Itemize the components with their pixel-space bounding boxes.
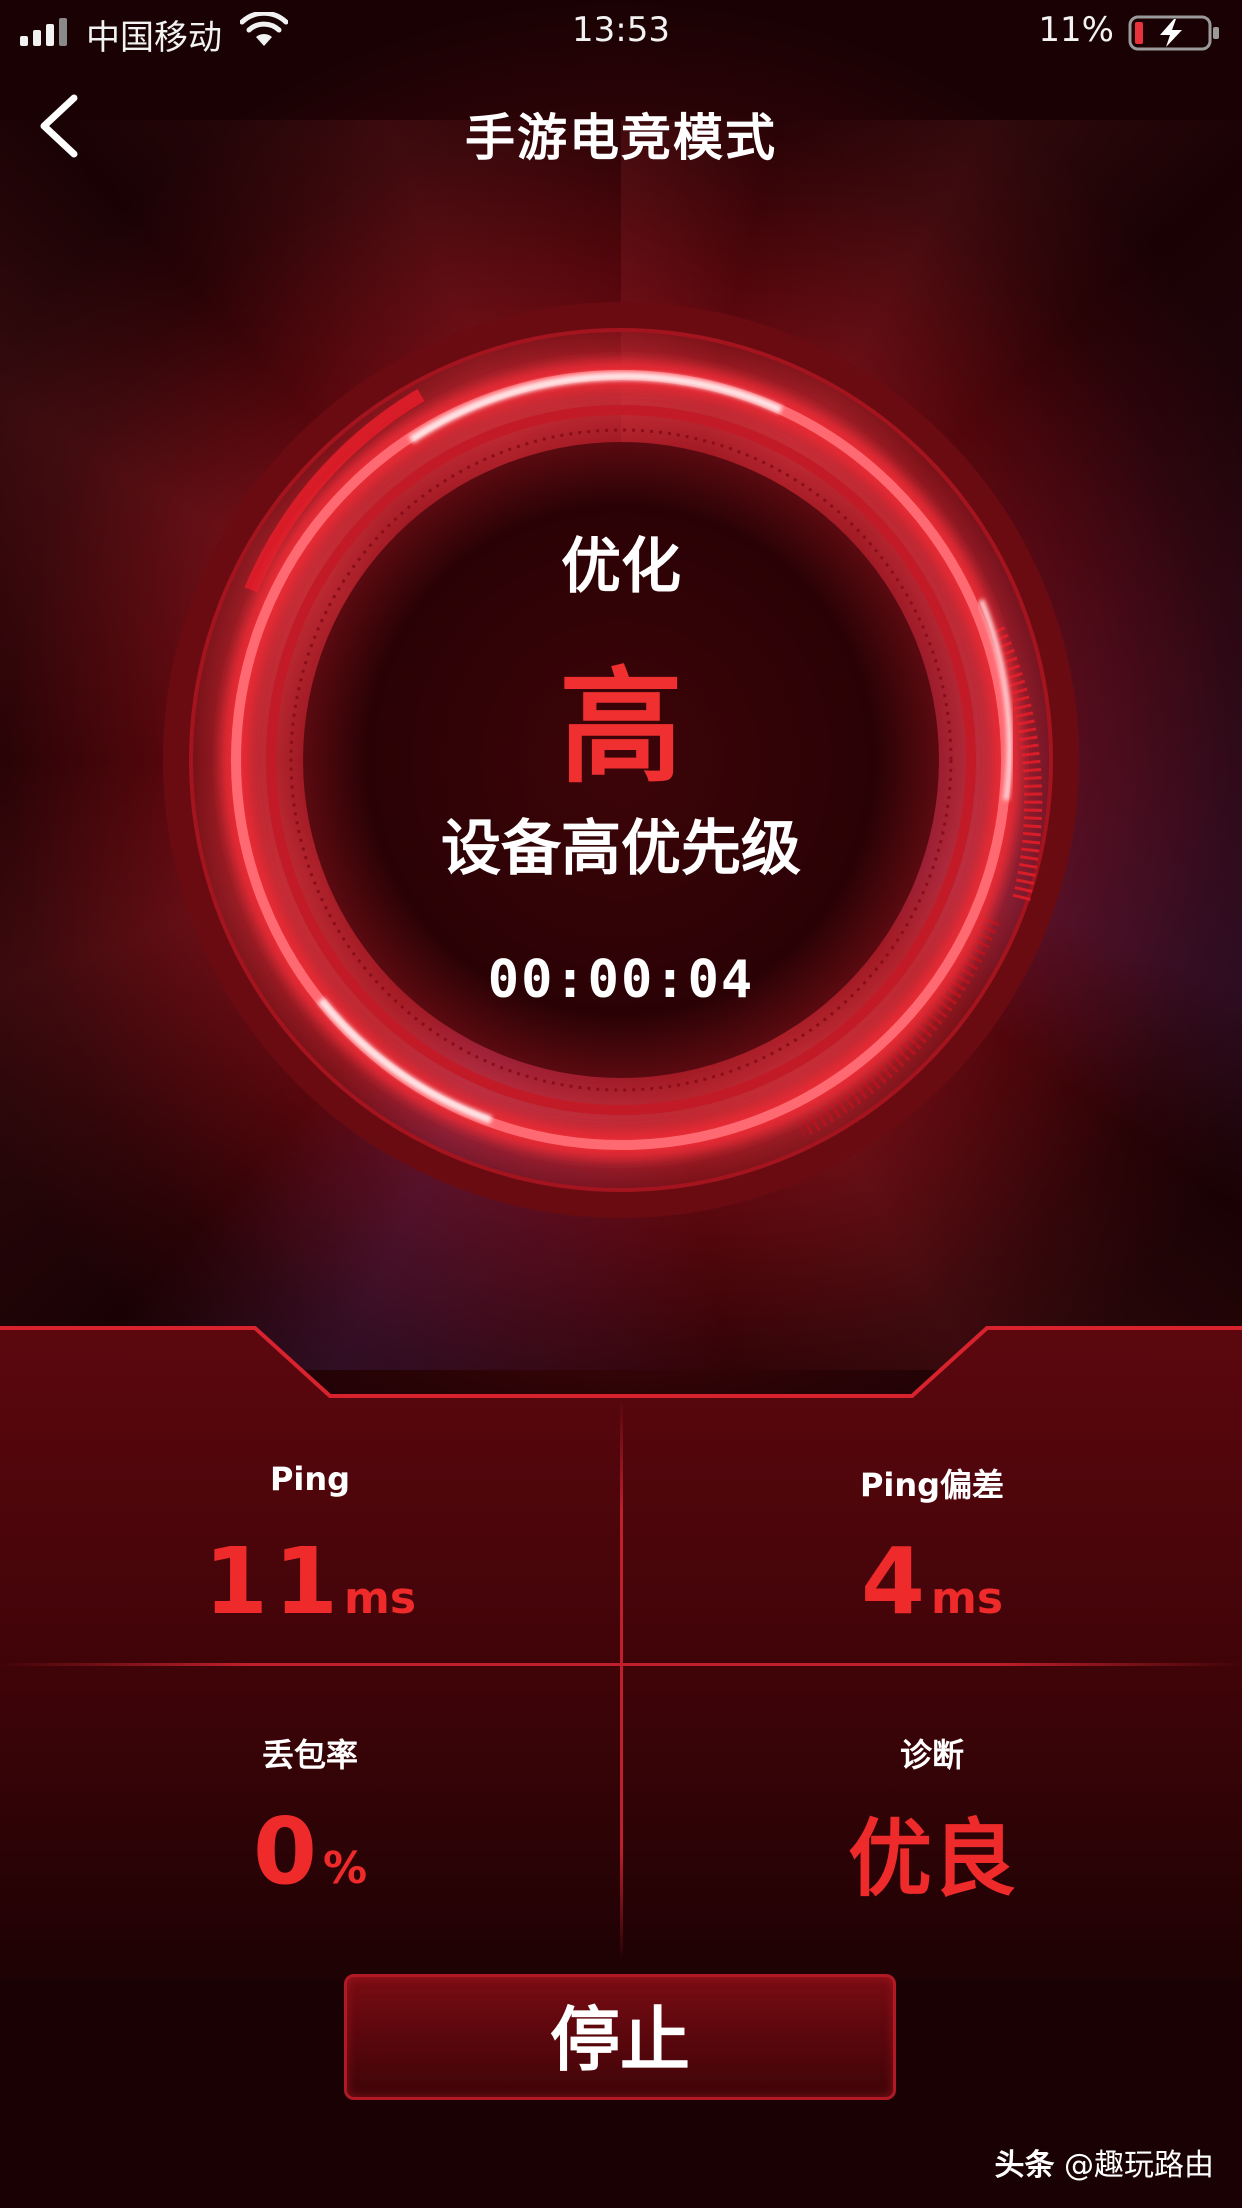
packet-loss-value: 0%: [0, 1798, 620, 1905]
ping-deviation-label: Ping偏差: [859, 1466, 1005, 1504]
watermark: 头条 @趣玩路由: [994, 2140, 1214, 2184]
stats-divider-horizontal: [0, 1663, 1242, 1666]
ping-value: 11ms: [0, 1528, 620, 1635]
ping-deviation-value: 4ms: [622, 1528, 1242, 1635]
diagnosis-value: 优良: [847, 1810, 1016, 1908]
ping-unit: ms: [343, 1573, 417, 1624]
optimization-level: 高: [558, 656, 683, 800]
ping-deviation-unit: ms: [930, 1573, 1004, 1624]
packet-loss-number: 0: [252, 1798, 323, 1905]
elapsed-timer: 00:00:04: [487, 950, 755, 1010]
watermark-handle: @趣玩路由: [1064, 2148, 1214, 2183]
optimization-description: 设备高优先级: [441, 814, 801, 884]
ping-number: 11: [203, 1528, 344, 1635]
optimization-label: 优化: [561, 532, 681, 602]
packet-loss-unit: %: [322, 1843, 368, 1894]
page-title: 手游电竞模式: [465, 109, 777, 167]
diagnosis-label: 诊断: [899, 1736, 964, 1774]
battery-percent: 11%: [1038, 10, 1114, 50]
game-mode-screen: 中国移动 13:53 11% 手游电竞模式 优化 高 设备高优先级 00:00:…: [0, 0, 1242, 2208]
stop-button[interactable]: 停止: [344, 1974, 896, 2100]
ping-label: Ping: [269, 1460, 351, 1498]
packet-loss-label: 丢包率: [261, 1736, 358, 1774]
navigation-bar: 手游电竞模式: [0, 62, 1242, 192]
status-bar: 中国移动 13:53 11%: [0, 0, 1242, 62]
watermark-brand: 头条: [994, 2148, 1055, 2183]
stats-panel: Ping 11ms Ping偏差 4ms 丢包率 0% 诊断 优良: [0, 1320, 1242, 1980]
battery-charging-icon: [1128, 15, 1219, 51]
ping-deviation-number: 4: [860, 1528, 931, 1635]
